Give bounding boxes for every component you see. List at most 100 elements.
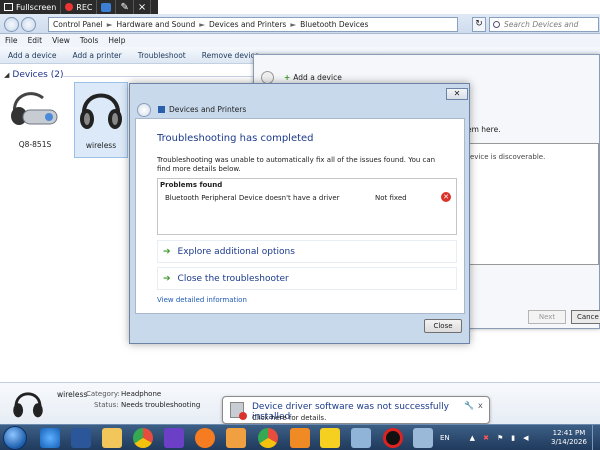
refresh-button[interactable]: ↻ xyxy=(472,17,486,32)
pen-button[interactable]: ✎ xyxy=(116,0,134,14)
dialog-description: Troubleshooting was unable to automatica… xyxy=(157,156,436,173)
wrench-icon[interactable]: 🔧 xyxy=(464,401,474,410)
troubleshoot-command[interactable]: Troubleshoot xyxy=(130,51,194,60)
device-wireless[interactable]: wireless xyxy=(74,82,128,158)
status-label: Status: xyxy=(94,401,119,409)
add-printer-command[interactable]: Add a printer xyxy=(65,51,130,60)
menu-file[interactable]: File xyxy=(0,36,23,45)
dialog-title: Devices and Printers xyxy=(158,105,246,114)
address-bar[interactable]: Control Panel ► Hardware and Sound ► Devic… xyxy=(48,17,458,32)
status-value: Needs troubleshooting xyxy=(121,401,201,409)
volume-icon[interactable]: ◀ xyxy=(523,434,528,442)
arrow-right-icon: ➔ xyxy=(163,273,171,284)
menu-help[interactable]: Help xyxy=(103,36,130,45)
media-icon[interactable] xyxy=(164,428,184,448)
driver-error-icon xyxy=(230,402,247,420)
devices-printers-icon xyxy=(158,106,165,113)
record-icon[interactable] xyxy=(383,428,403,448)
back-button[interactable] xyxy=(4,17,19,32)
device-label: wireless xyxy=(85,141,117,150)
player-icon[interactable] xyxy=(320,428,340,448)
clock[interactable]: 12:41 PM 3/14/2026 xyxy=(551,429,587,447)
app-icon[interactable] xyxy=(290,428,310,448)
chrome-icon[interactable] xyxy=(133,428,153,448)
recording-toolbar: Fullscreen REC ✎ × xyxy=(0,0,158,14)
device-list[interactable] xyxy=(467,143,599,265)
tray-error-icon[interactable]: ✖ xyxy=(483,434,489,442)
show-desktop-button[interactable] xyxy=(592,425,600,450)
problem-text: Bluetooth Peripheral Device doesn't have… xyxy=(165,194,340,202)
discoverable-hint: evice is discoverable. xyxy=(470,153,546,161)
tray-chevron-icon[interactable]: ▲ xyxy=(470,434,475,442)
collapse-icon: ◢ xyxy=(4,71,10,79)
arrow-right-icon: ➔ xyxy=(163,246,171,257)
devices-group-header[interactable]: ◢ Devices (2) xyxy=(4,70,63,80)
menu-bar: File Edit View Tools Help xyxy=(0,34,600,47)
breadcrumb-3[interactable]: Bluetooth Devices xyxy=(300,20,368,29)
add-device-command[interactable]: Add a device xyxy=(0,51,65,60)
flag-icon[interactable]: ⚑ xyxy=(497,434,503,442)
recbar-close-button[interactable]: × xyxy=(134,0,152,14)
driver-notification[interactable]: Device driver software was not successfu… xyxy=(222,396,490,424)
network-icon[interactable] xyxy=(351,428,371,448)
address-row: Control Panel ► Hardware and Sound ► Devic… xyxy=(0,14,600,42)
search-input[interactable]: Search Devices and Printers xyxy=(489,17,599,42)
firefox-icon[interactable] xyxy=(195,428,215,448)
breadcrumb-0[interactable]: Control Panel xyxy=(53,20,103,29)
dialog-heading: Troubleshooting has completed xyxy=(157,133,314,144)
taskbar: EN ▲ ✖ ⚑ ▮ ◀ 12:41 PM 3/14/2026 xyxy=(0,424,600,450)
headphones-icon xyxy=(13,392,43,418)
next-button[interactable]: Next xyxy=(528,310,566,324)
dialog-back-button[interactable] xyxy=(137,103,151,117)
problem-status: Not fixed xyxy=(375,194,407,202)
explore-options-button[interactable]: ➔ Explore additional options xyxy=(157,240,457,263)
folder-icon[interactable] xyxy=(102,428,122,448)
problems-header: Problems found xyxy=(160,181,223,189)
notification-close-button[interactable]: x xyxy=(478,401,483,410)
group-divider xyxy=(62,76,262,77)
start-button[interactable] xyxy=(3,426,27,450)
dialog-close-button[interactable]: ✕ xyxy=(446,88,468,100)
error-icon: ✕ xyxy=(441,192,451,202)
headphones-icon xyxy=(80,93,122,129)
ie-icon[interactable] xyxy=(40,428,60,448)
breadcrumb-1[interactable]: Hardware and Sound xyxy=(117,20,196,29)
breadcrumb-2[interactable]: Devices and Printers xyxy=(209,20,286,29)
devices-icon[interactable] xyxy=(413,428,433,448)
record-icon xyxy=(65,3,74,11)
details-device-name: wireless xyxy=(57,390,88,399)
fullscreen-icon xyxy=(4,3,13,11)
device-q8-851s[interactable]: Q8-851S xyxy=(4,84,66,156)
menu-view[interactable]: View xyxy=(47,36,75,45)
add-device-instructions: em here. xyxy=(467,125,501,134)
app-icon[interactable] xyxy=(226,428,246,448)
bluetooth-headset-icon xyxy=(11,92,58,125)
search-icon xyxy=(493,21,500,28)
rec-button[interactable]: REC xyxy=(61,0,98,14)
category-value: Headphone xyxy=(121,390,162,398)
language-indicator[interactable]: EN xyxy=(440,434,450,442)
view-details-link[interactable]: View detailed information xyxy=(157,296,247,304)
add-device-title: + Add a device xyxy=(284,73,342,82)
add-device-icon: + xyxy=(284,73,291,82)
word-icon[interactable] xyxy=(71,428,91,448)
menu-edit[interactable]: Edit xyxy=(23,36,48,45)
network-tray-icon[interactable]: ▮ xyxy=(511,434,515,442)
category-label: Category: xyxy=(86,390,120,398)
troubleshooting-dialog: ✕ Devices and Printers Troubleshooting h… xyxy=(129,83,470,344)
close-troubleshooter-button[interactable]: ➔ Close the troubleshooter xyxy=(157,267,457,290)
chrome-icon[interactable] xyxy=(258,428,278,448)
menu-tools[interactable]: Tools xyxy=(75,36,103,45)
dialog-body: Troubleshooting has completed Troublesho… xyxy=(135,118,465,314)
fullscreen-button[interactable]: Fullscreen xyxy=(0,0,62,14)
problems-table: Problems found Bluetooth Peripheral Devi… xyxy=(157,178,457,235)
cancel-button[interactable]: Cance xyxy=(571,310,600,324)
camera-icon xyxy=(101,2,112,12)
camera-button[interactable] xyxy=(97,0,117,14)
close-button[interactable]: Close xyxy=(424,319,462,333)
forward-button[interactable] xyxy=(21,17,36,32)
notification-subtitle: Click here for details. xyxy=(252,414,327,422)
device-label: Q8-851S xyxy=(18,140,52,149)
pen-icon: ✎ xyxy=(120,1,129,13)
system-tray: EN ▲ ✖ ⚑ ▮ ◀ xyxy=(440,425,528,450)
